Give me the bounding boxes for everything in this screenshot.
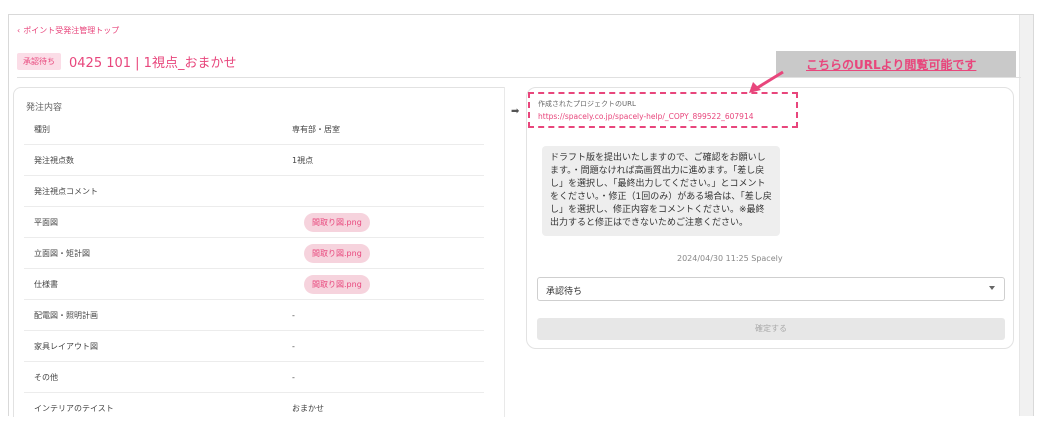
detail-row: 家具レイアウト図 - [24, 331, 484, 362]
arrow-right-icon: ➡ [511, 106, 520, 117]
detail-label: 平面図 [34, 217, 58, 227]
detail-row: 発注視点数 1視点 [24, 145, 484, 176]
file-attachment-link[interactable]: 間取り図.png [304, 243, 370, 263]
detail-label: 種別 [34, 124, 50, 134]
status-badge: 承認待ち [17, 52, 61, 70]
section-label: 発注内容 [26, 103, 63, 113]
detail-label: インテリアのテイスト [34, 403, 114, 413]
detail-row: インテリアのテイスト おまかせ [24, 393, 484, 421]
detail-value: 専有部・居室 [292, 124, 340, 134]
confirm-button[interactable]: 確定する [537, 318, 1005, 340]
message-timestamp: 2024/04/30 11:25 Spacely [677, 254, 783, 263]
detail-label: 発注視点コメント [34, 186, 98, 196]
detail-row: 立面図・矩計図 間取り図.png [24, 238, 484, 269]
scrollbar[interactable] [1019, 15, 1033, 416]
project-url-link[interactable]: https://spacely.co.jp/spacely-help/_COPY… [538, 112, 754, 121]
title-row: 承認待ち 0425 101 | 1視点_おまかせ [17, 51, 236, 71]
back-link-label: ポイント受発注管理トップ [23, 26, 120, 35]
detail-row: 平面図 間取り図.png [24, 207, 484, 238]
annotation-callout-text: こちらのURLより閲覧可能です [806, 58, 977, 72]
detail-label: 家具レイアウト図 [34, 341, 98, 351]
detail-value: - [292, 372, 295, 382]
detail-row: その他 - [24, 362, 484, 393]
project-url-highlight: 作成されたプロジェクトのURL https://spacely.co.jp/sp… [528, 92, 798, 128]
page-frame: ‹ ポイント受発注管理トップ 承認待ち 0425 101 | 1視点_おまかせ 発… [8, 14, 1034, 417]
file-attachment-link[interactable]: 間取り図.png [304, 212, 370, 232]
divider [17, 77, 1021, 78]
detail-value: 1視点 [292, 155, 314, 165]
caret-down-icon [989, 286, 995, 290]
chevron-left-icon: ‹ [17, 26, 21, 35]
file-attachment-link[interactable]: 間取り図.png [304, 274, 370, 294]
annotation-callout: こちらのURLより閲覧可能です [776, 51, 1016, 77]
page-title: 0425 101 | 1視点_おまかせ [69, 55, 237, 71]
detail-label: 立面図・矩計図 [34, 248, 90, 258]
detail-label: 仕様書 [34, 279, 58, 289]
detail-value: - [292, 341, 295, 351]
annotation-arrow-icon [749, 70, 784, 93]
status-select[interactable]: 承認待ち [537, 277, 1005, 301]
detail-row: 配電図・照明計画 - [24, 300, 484, 331]
message-bubble: ドラフト版を提出いたしますので、ご確認をお願いします。・問題なければ高画質出力に… [542, 146, 780, 236]
back-link[interactable]: ‹ ポイント受発注管理トップ [17, 25, 119, 36]
order-details-list: 種別 専有部・居室 発注視点数 1視点 発注視点コメント 平面図 間取り図.pn… [24, 114, 484, 421]
detail-value: - [292, 310, 295, 320]
order-details-card: 発注内容 種別 専有部・居室 発注視点数 1視点 発注視点コメント 平面図 間取… [13, 87, 505, 417]
detail-label: 発注視点数 [34, 155, 74, 165]
status-select-value: 承認待ち [546, 287, 583, 297]
detail-value: おまかせ [292, 403, 324, 413]
detail-row: 仕様書 間取り図.png [24, 269, 484, 300]
detail-row: 種別 専有部・居室 [24, 114, 484, 145]
detail-label: 配電図・照明計画 [34, 310, 98, 320]
detail-row: 発注視点コメント [24, 176, 484, 207]
detail-label: その他 [34, 372, 58, 382]
project-url-label: 作成されたプロジェクトのURL [538, 100, 636, 108]
